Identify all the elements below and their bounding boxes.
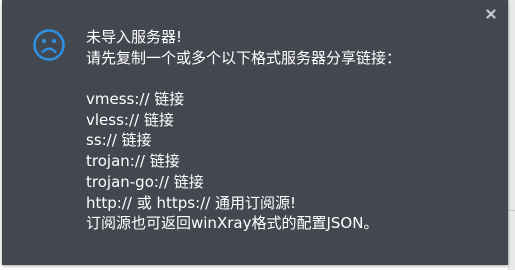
background-divider: [509, 210, 515, 211]
message-body: 未导入服务器! 请先复制一个或多个以下格式服务器分享链接： vmess:// 链…: [86, 27, 492, 234]
subscription-text: http:// 或 https:// 通用订阅源!: [86, 193, 297, 212]
format-item-vmess: vmess:// 链接: [86, 90, 185, 109]
page: 未导入服务器! 请先复制一个或多个以下格式服务器分享链接： vmess:// 链…: [0, 0, 515, 270]
format-item-vless: vless:// 链接: [86, 110, 174, 129]
background-window-edge: [508, 0, 515, 270]
format-item-trojan-go: trojan-go:// 链接: [86, 172, 204, 191]
message-instruction: 请先复制一个或多个以下格式服务器分享链接：: [86, 48, 402, 67]
close-icon[interactable]: [483, 6, 499, 22]
format-item-trojan: trojan:// 链接: [86, 152, 180, 171]
sad-face-icon: [32, 28, 66, 62]
message-title: 未导入服务器!: [86, 28, 183, 46]
format-item-ss: ss:// 链接: [86, 131, 152, 150]
subscription-note: 订阅源也可返回winXray格式的配置JSON。: [86, 214, 379, 233]
error-toast: 未导入服务器! 请先复制一个或多个以下格式服务器分享链接： vmess:// 链…: [2, 0, 508, 265]
